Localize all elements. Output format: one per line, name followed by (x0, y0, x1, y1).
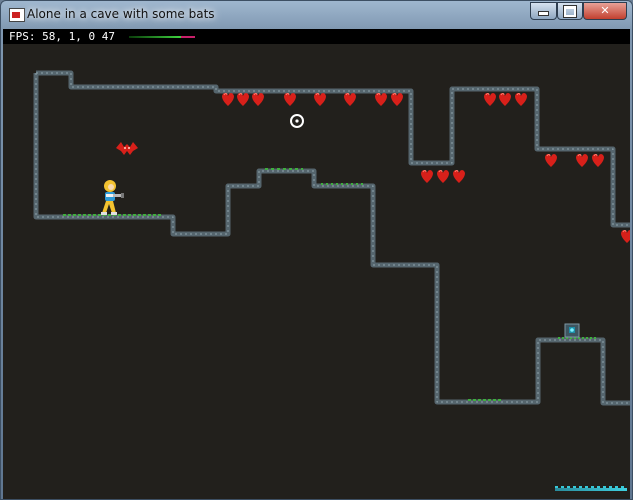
bat-icon[interactable] (283, 92, 297, 107)
bat-group-ceiling-right (483, 92, 630, 244)
bat-icon[interactable] (575, 153, 589, 168)
energy-bar (555, 486, 627, 491)
bat-icon[interactable] (436, 169, 450, 184)
bat-group-shaft (420, 169, 466, 184)
close-icon: ✕ (600, 4, 610, 17)
game-viewport[interactable]: FPS: 58, 1, 0 47 (3, 29, 630, 499)
bat-icon[interactable] (236, 92, 250, 107)
bat-icon[interactable] (498, 92, 512, 107)
bat-icon[interactable] (390, 92, 404, 107)
minimize-icon (538, 11, 549, 16)
player-character-icon (101, 180, 124, 215)
bat-icon[interactable] (420, 169, 434, 184)
treasure-chest-icon[interactable] (564, 323, 580, 338)
bat-icon[interactable] (544, 153, 558, 168)
cave-walls (33, 70, 630, 406)
close-button[interactable]: ✕ (583, 2, 627, 20)
maximize-icon (563, 5, 577, 18)
crosshair-icon (290, 114, 304, 128)
bat-icon[interactable] (221, 92, 235, 107)
title-bar[interactable]: Alone in a cave with some bats ✕ (1, 1, 633, 29)
bat-icon[interactable] (514, 92, 528, 107)
bat-group-ceiling-left (221, 92, 404, 107)
bat-icon[interactable] (452, 169, 466, 184)
bat-icon[interactable] (313, 92, 327, 107)
bat-icon[interactable] (483, 92, 497, 107)
bat-icon[interactable] (251, 92, 265, 107)
hud-bar: FPS: 58, 1, 0 47 (3, 29, 630, 44)
game-window: Alone in a cave with some bats ✕ FPS: 58… (0, 0, 633, 500)
cave-scene (33, 70, 630, 406)
wall-highlights (35, 72, 630, 404)
window-title: Alone in a cave with some bats (27, 7, 215, 21)
fps-counter: FPS: 58, 1, 0 47 (9, 30, 115, 43)
bat-icon[interactable] (343, 92, 357, 107)
bat-icon[interactable] (591, 153, 605, 168)
fps-graph-spike (181, 36, 195, 38)
maximize-button[interactable] (557, 2, 583, 20)
bat-icon[interactable] (620, 229, 630, 244)
fps-graph (129, 36, 181, 38)
minimize-button[interactable] (530, 2, 557, 20)
moss-patches (63, 168, 598, 401)
bat-icon[interactable] (374, 92, 388, 107)
window-app-icon (9, 8, 25, 22)
flying-bat-icon[interactable] (116, 142, 138, 155)
